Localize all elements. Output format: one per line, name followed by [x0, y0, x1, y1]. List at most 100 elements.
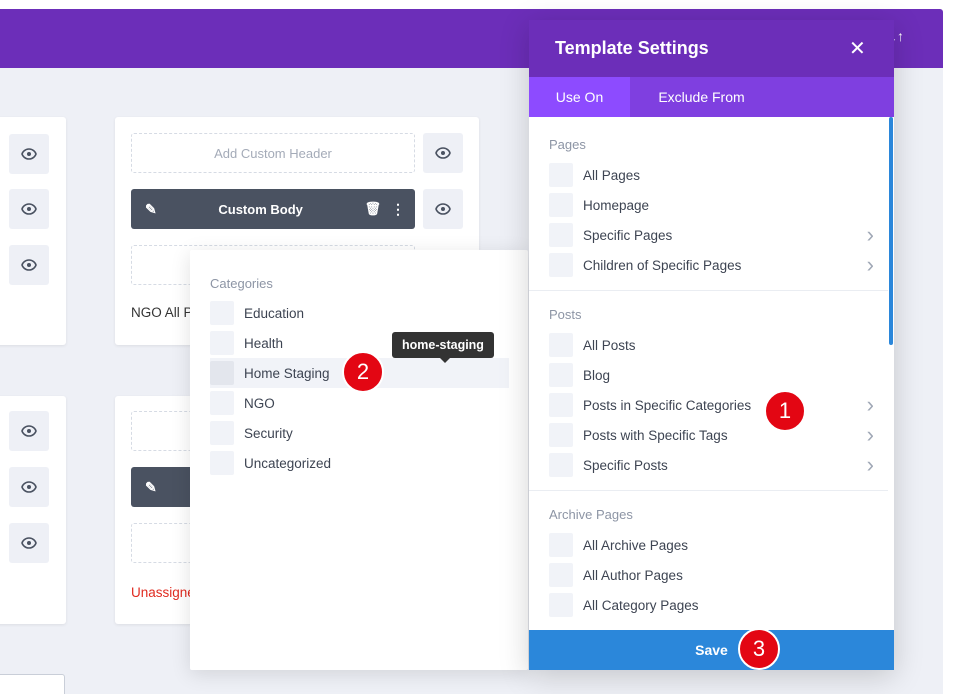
step-badge-3: 3: [738, 628, 780, 670]
checkbox[interactable]: [210, 301, 234, 325]
checkbox[interactable]: [549, 593, 573, 617]
template-settings-panel: Template Settings ✕ Use On Exclude From …: [529, 20, 894, 670]
category-label: Security: [244, 425, 293, 441]
settings-option[interactable]: All Archive Pages: [549, 530, 894, 560]
template-settings-title: Template Settings: [555, 38, 709, 58]
checkbox[interactable]: [549, 393, 573, 417]
category-label: Education: [244, 305, 305, 321]
checkbox[interactable]: [549, 223, 573, 247]
option-label: Posts in Specific Categories: [583, 397, 752, 413]
template-card-left-bottom: [0, 396, 66, 624]
add-header-label: Add Custom Header: [214, 145, 332, 161]
checkbox[interactable]: [210, 331, 234, 355]
tab-use-on[interactable]: Use On: [529, 77, 630, 117]
section-title: Posts: [549, 307, 582, 322]
option-label: All Author Pages: [583, 567, 683, 583]
bottom-stub-button[interactable]: [0, 674, 65, 694]
section-title: Pages: [549, 137, 586, 152]
option-label: All Posts: [583, 337, 636, 353]
checkbox[interactable]: [549, 253, 573, 277]
category-label: NGO: [244, 395, 275, 411]
checkbox[interactable]: [210, 361, 234, 385]
checkbox[interactable]: [210, 451, 234, 475]
eye-icon: [21, 537, 37, 549]
template-card-left-top: [0, 117, 66, 345]
checkbox[interactable]: [549, 453, 573, 477]
settings-option[interactable]: Blog: [549, 360, 894, 390]
template-name-unassigned: Unassigne: [131, 585, 195, 600]
option-label: All Archive Pages: [583, 537, 689, 553]
step-badge-1: 1: [764, 390, 806, 432]
settings-option[interactable]: Posts in Specific Categories ›: [549, 390, 894, 420]
save-label: Save: [695, 642, 728, 658]
visibility-button[interactable]: [9, 467, 49, 507]
visibility-button[interactable]: [9, 411, 49, 451]
chevron-right-icon[interactable]: ›: [867, 222, 874, 248]
chevron-right-icon[interactable]: ›: [867, 392, 874, 418]
category-option[interactable]: Uncategorized: [210, 448, 509, 478]
template-settings-header: Template Settings ✕: [529, 20, 894, 77]
category-label: Health: [244, 335, 284, 351]
save-button[interactable]: Save: [529, 630, 894, 670]
settings-option[interactable]: Homepage: [549, 190, 894, 220]
visibility-button[interactable]: [9, 134, 49, 174]
template-settings-list[interactable]: Pages All Pages Homepage Specific Pages › Chi…: [529, 117, 894, 630]
template-name: NGO All P: [131, 305, 193, 320]
settings-section: Pages All Pages Homepage Specific Pages › Chi…: [529, 117, 894, 290]
checkbox[interactable]: [549, 363, 573, 387]
settings-option[interactable]: Specific Posts ›: [549, 450, 894, 480]
scrollbar[interactable]: [889, 117, 893, 345]
checkbox[interactable]: [549, 563, 573, 587]
pencil-icon[interactable]: ✎: [145, 201, 157, 218]
eye-icon: [21, 203, 37, 215]
visibility-button[interactable]: [423, 189, 463, 229]
custom-body-label: Custom Body: [218, 201, 303, 217]
category-label: Uncategorized: [244, 455, 332, 471]
settings-option[interactable]: Posts with Specific Tags ›: [549, 420, 894, 450]
checkbox[interactable]: [549, 533, 573, 557]
checkbox[interactable]: [549, 423, 573, 447]
option-label: Posts with Specific Tags: [583, 427, 728, 443]
chevron-right-icon[interactable]: ›: [867, 252, 874, 278]
visibility-button[interactable]: [9, 523, 49, 563]
settings-option[interactable]: All Author Pages: [549, 560, 894, 590]
trash-icon[interactable]: 🗑: [364, 201, 381, 217]
checkbox[interactable]: [210, 391, 234, 415]
checkbox[interactable]: [210, 421, 234, 445]
option-label: Children of Specific Pages: [583, 257, 742, 273]
visibility-button[interactable]: [9, 245, 49, 285]
checkbox[interactable]: [549, 193, 573, 217]
option-label: Homepage: [583, 197, 650, 213]
custom-body-slot[interactable]: ✎ Custom Body 🗑 ⋮: [131, 189, 415, 229]
settings-option[interactable]: Specific Pages ›: [549, 220, 894, 250]
eye-icon: [21, 425, 37, 437]
category-option[interactable]: Security: [210, 418, 509, 448]
pencil-icon[interactable]: ✎: [145, 479, 157, 496]
close-icon[interactable]: ✕: [849, 36, 866, 61]
category-slug-tooltip: home-staging: [392, 332, 494, 358]
option-label: All Pages: [583, 167, 641, 183]
settings-option[interactable]: All Posts: [549, 330, 894, 360]
option-label: Specific Pages: [583, 227, 673, 243]
tab-exclude-from[interactable]: Exclude From: [630, 77, 773, 117]
chevron-right-icon[interactable]: ›: [867, 422, 874, 448]
option-label: All Category Pages: [583, 597, 699, 613]
categories-title: Categories: [210, 276, 273, 291]
visibility-button[interactable]: [423, 133, 463, 173]
checkbox[interactable]: [549, 163, 573, 187]
checkbox[interactable]: [549, 333, 573, 357]
eye-icon: [435, 147, 451, 159]
settings-section: Posts All Posts Blog Posts in Specific Cate…: [529, 291, 894, 490]
settings-option[interactable]: All Category Pages: [549, 590, 894, 620]
more-icon[interactable]: ⋮: [391, 201, 405, 218]
step-badge-2: 2: [342, 351, 384, 393]
eye-icon: [21, 259, 37, 271]
eye-icon: [435, 203, 451, 215]
chevron-right-icon[interactable]: ›: [867, 452, 874, 478]
visibility-button[interactable]: [9, 189, 49, 229]
category-option[interactable]: Education: [210, 298, 509, 328]
settings-option[interactable]: Children of Specific Pages ›: [549, 250, 894, 280]
settings-option[interactable]: All Pages: [549, 160, 894, 190]
option-label: Specific Posts: [583, 457, 668, 473]
add-custom-header-slot[interactable]: Add Custom Header: [131, 133, 415, 173]
